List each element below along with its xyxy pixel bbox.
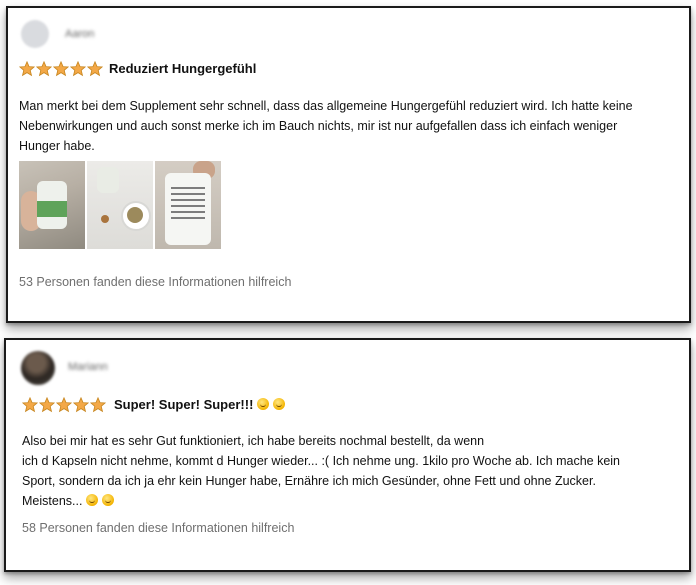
star-icon [87,61,103,77]
star-icon [56,397,72,413]
star-icon [19,61,35,77]
helpful-count: 58 Personen fanden diese Informationen h… [22,521,295,535]
star-icon [22,397,38,413]
helpful-count: 53 Personen fanden diese Informationen h… [19,275,292,289]
avatar[interactable] [21,351,55,385]
review-title[interactable]: Super! Super! Super!!! [114,397,286,412]
review-body-line: Hunger habe. [19,139,95,153]
review-body: Man merkt bei dem Supplement sehr schnel… [19,96,684,156]
review-body-line: Meistens... [22,494,83,508]
wink-emoji-icon [102,494,115,506]
review-photo[interactable] [87,161,153,249]
review-body: Also bei mir hat es sehr Gut funktionier… [22,431,677,511]
review-title-text: Super! Super! Super!!! [114,397,254,412]
star-icon [70,61,86,77]
reviewer-name[interactable]: Mariann [68,361,108,373]
star-rating [22,397,106,413]
smile-emoji-icon [257,398,270,410]
reviewer-name[interactable]: Aaron [65,28,94,40]
avatar[interactable] [21,20,49,48]
review-photo[interactable] [155,161,221,249]
review-title[interactable]: Reduziert Hungergefühl [109,61,256,76]
star-icon [53,61,69,77]
star-icon [73,397,89,413]
smile-emoji-icon [86,494,99,506]
star-icon [36,61,52,77]
review-photos [19,161,221,249]
star-icon [90,397,106,413]
review-body-line: Sport, sondern da ich ja ehr kein Hunger… [22,474,596,488]
review-body-line: ich d Kapseln nicht nehme, kommt d Hunge… [22,454,620,468]
star-icon [39,397,55,413]
review-body-line-last: Meistens... [22,491,677,511]
star-rating [19,61,103,77]
review-photo[interactable] [19,161,85,249]
review-body-line: Also bei mir hat es sehr Gut funktionier… [22,434,485,448]
review-body-line: Man merkt bei dem Supplement sehr schnel… [19,99,633,113]
review-card: Mariann Super! Super! Super!!! Also bei … [4,338,691,572]
smile-emoji-icon [273,398,286,410]
review-body-line: Nebenwirkungen und auch sonst merke ich … [19,119,618,133]
review-card: Aaron Reduziert Hungergefühl Man merkt b… [6,6,691,323]
